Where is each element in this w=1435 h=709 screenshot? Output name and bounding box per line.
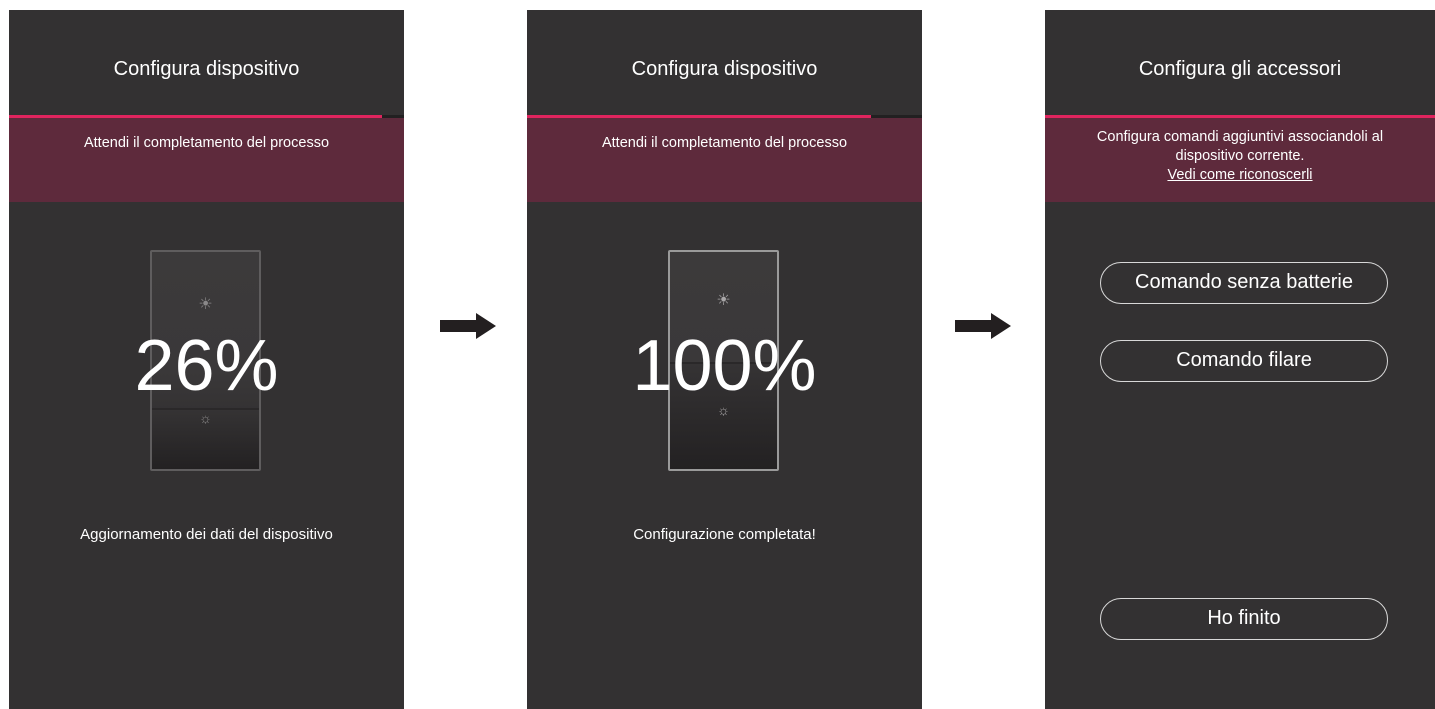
status-text: Configurazione completata!	[633, 526, 816, 543]
battery-free-command-button[interactable]: Comando senza batterie	[1100, 262, 1388, 304]
screen-title: Configura dispositivo	[113, 58, 300, 80]
status-text: Aggiornamento dei dati del dispositivo	[80, 526, 333, 543]
screen-configure-device-progress: Configura dispositivo Attendi il complet…	[9, 10, 404, 709]
screen-configure-accessories: Configura gli accessori Configura comand…	[1045, 10, 1435, 709]
done-button[interactable]: Ho finito	[1100, 598, 1388, 640]
switch-lower-rocker: ☼	[152, 408, 259, 469]
sun-icon: ☀	[198, 296, 213, 313]
arrow-right-icon	[440, 313, 496, 339]
info-banner: Attendi il completamento del processo	[9, 118, 404, 202]
banner-text: Attendi il completamento del processo	[83, 135, 330, 151]
sun-icon: ☀	[716, 292, 731, 309]
sun-icon: ☼	[199, 410, 212, 426]
banner-text-line2: dispositivo corrente.	[1175, 148, 1305, 164]
progress-percentage: 100%	[632, 326, 817, 406]
screen-title: Configura gli accessori	[1138, 58, 1342, 80]
how-to-recognize-link[interactable]: Vedi come riconoscerli	[1045, 166, 1435, 185]
arrow-right-icon	[955, 313, 1011, 339]
progress-percentage: 26%	[134, 326, 279, 406]
info-banner: Configura comandi aggiuntivi associandol…	[1045, 118, 1435, 202]
banner-text: Attendi il completamento del processo	[601, 135, 848, 151]
wired-command-button[interactable]: Comando filare	[1100, 340, 1388, 382]
screen-title: Configura dispositivo	[631, 58, 818, 80]
banner-text-line1: Configura comandi aggiuntivi associandol…	[1096, 129, 1384, 145]
screen-configure-device-complete: Configura dispositivo Attendi il complet…	[527, 10, 922, 709]
info-banner: Attendi il completamento del processo	[527, 118, 922, 202]
